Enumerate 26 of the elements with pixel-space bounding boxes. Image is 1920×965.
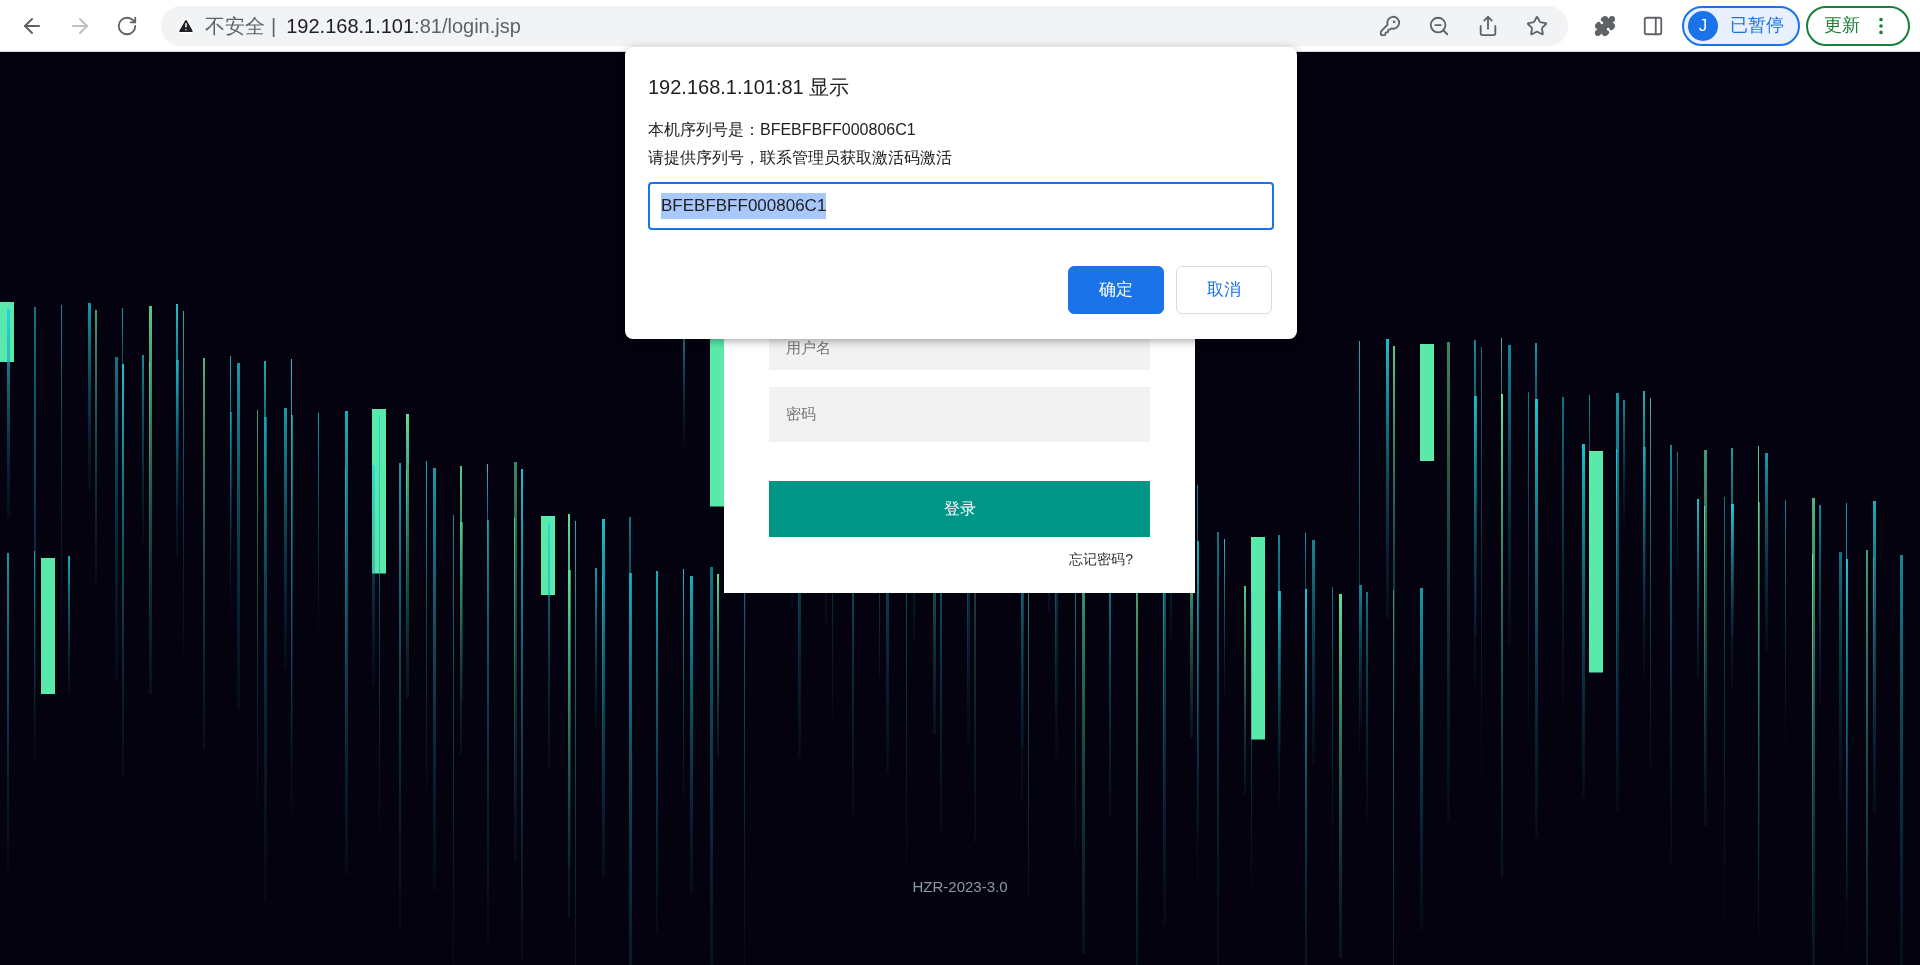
password-field[interactable]: 密码 [769, 387, 1150, 442]
reload-icon[interactable] [116, 14, 138, 37]
avatar: J [1688, 10, 1718, 41]
update-button[interactable]: 更新 [1806, 5, 1910, 46]
confirm-button[interactable]: 确定 [1068, 266, 1164, 314]
dialog-message: 本机序列号是：BFEBFBFF000806C1 [648, 120, 917, 140]
security-label: 不安全 [205, 13, 265, 39]
dialog-title: 192.168.1.101:81 显示 [648, 75, 851, 100]
star-icon[interactable] [1526, 14, 1548, 37]
version-text: HZR-2023-3.0 [912, 877, 1008, 897]
input-field[interactable]: BFEBFBFF000806C1 [648, 182, 1274, 230]
forgot-password-link[interactable]: 忘记密码? [1069, 549, 1133, 570]
address-bar[interactable]: 不安全 | 192.168.1.101:81/login.jsp [161, 5, 1568, 46]
extensions-icon[interactable] [1594, 14, 1616, 37]
zoom-out-icon[interactable] [1428, 14, 1450, 37]
login-button[interactable]: 登录 [769, 481, 1150, 537]
side-panel-icon[interactable] [1642, 14, 1664, 37]
cancel-button[interactable]: 取消 [1176, 266, 1272, 314]
dialog-message: 请提供序列号，联系管理员获取激活码激活 [648, 148, 953, 168]
url-text: 192.168.1.101:81/login.jsp [286, 13, 521, 39]
warning-icon [177, 16, 195, 35]
separator: | [271, 13, 277, 39]
profile-button[interactable]: J 已暂停 [1682, 5, 1800, 46]
share-icon[interactable] [1477, 14, 1499, 37]
key-icon[interactable] [1379, 14, 1401, 37]
profile-status: 已暂停 [1730, 14, 1784, 37]
